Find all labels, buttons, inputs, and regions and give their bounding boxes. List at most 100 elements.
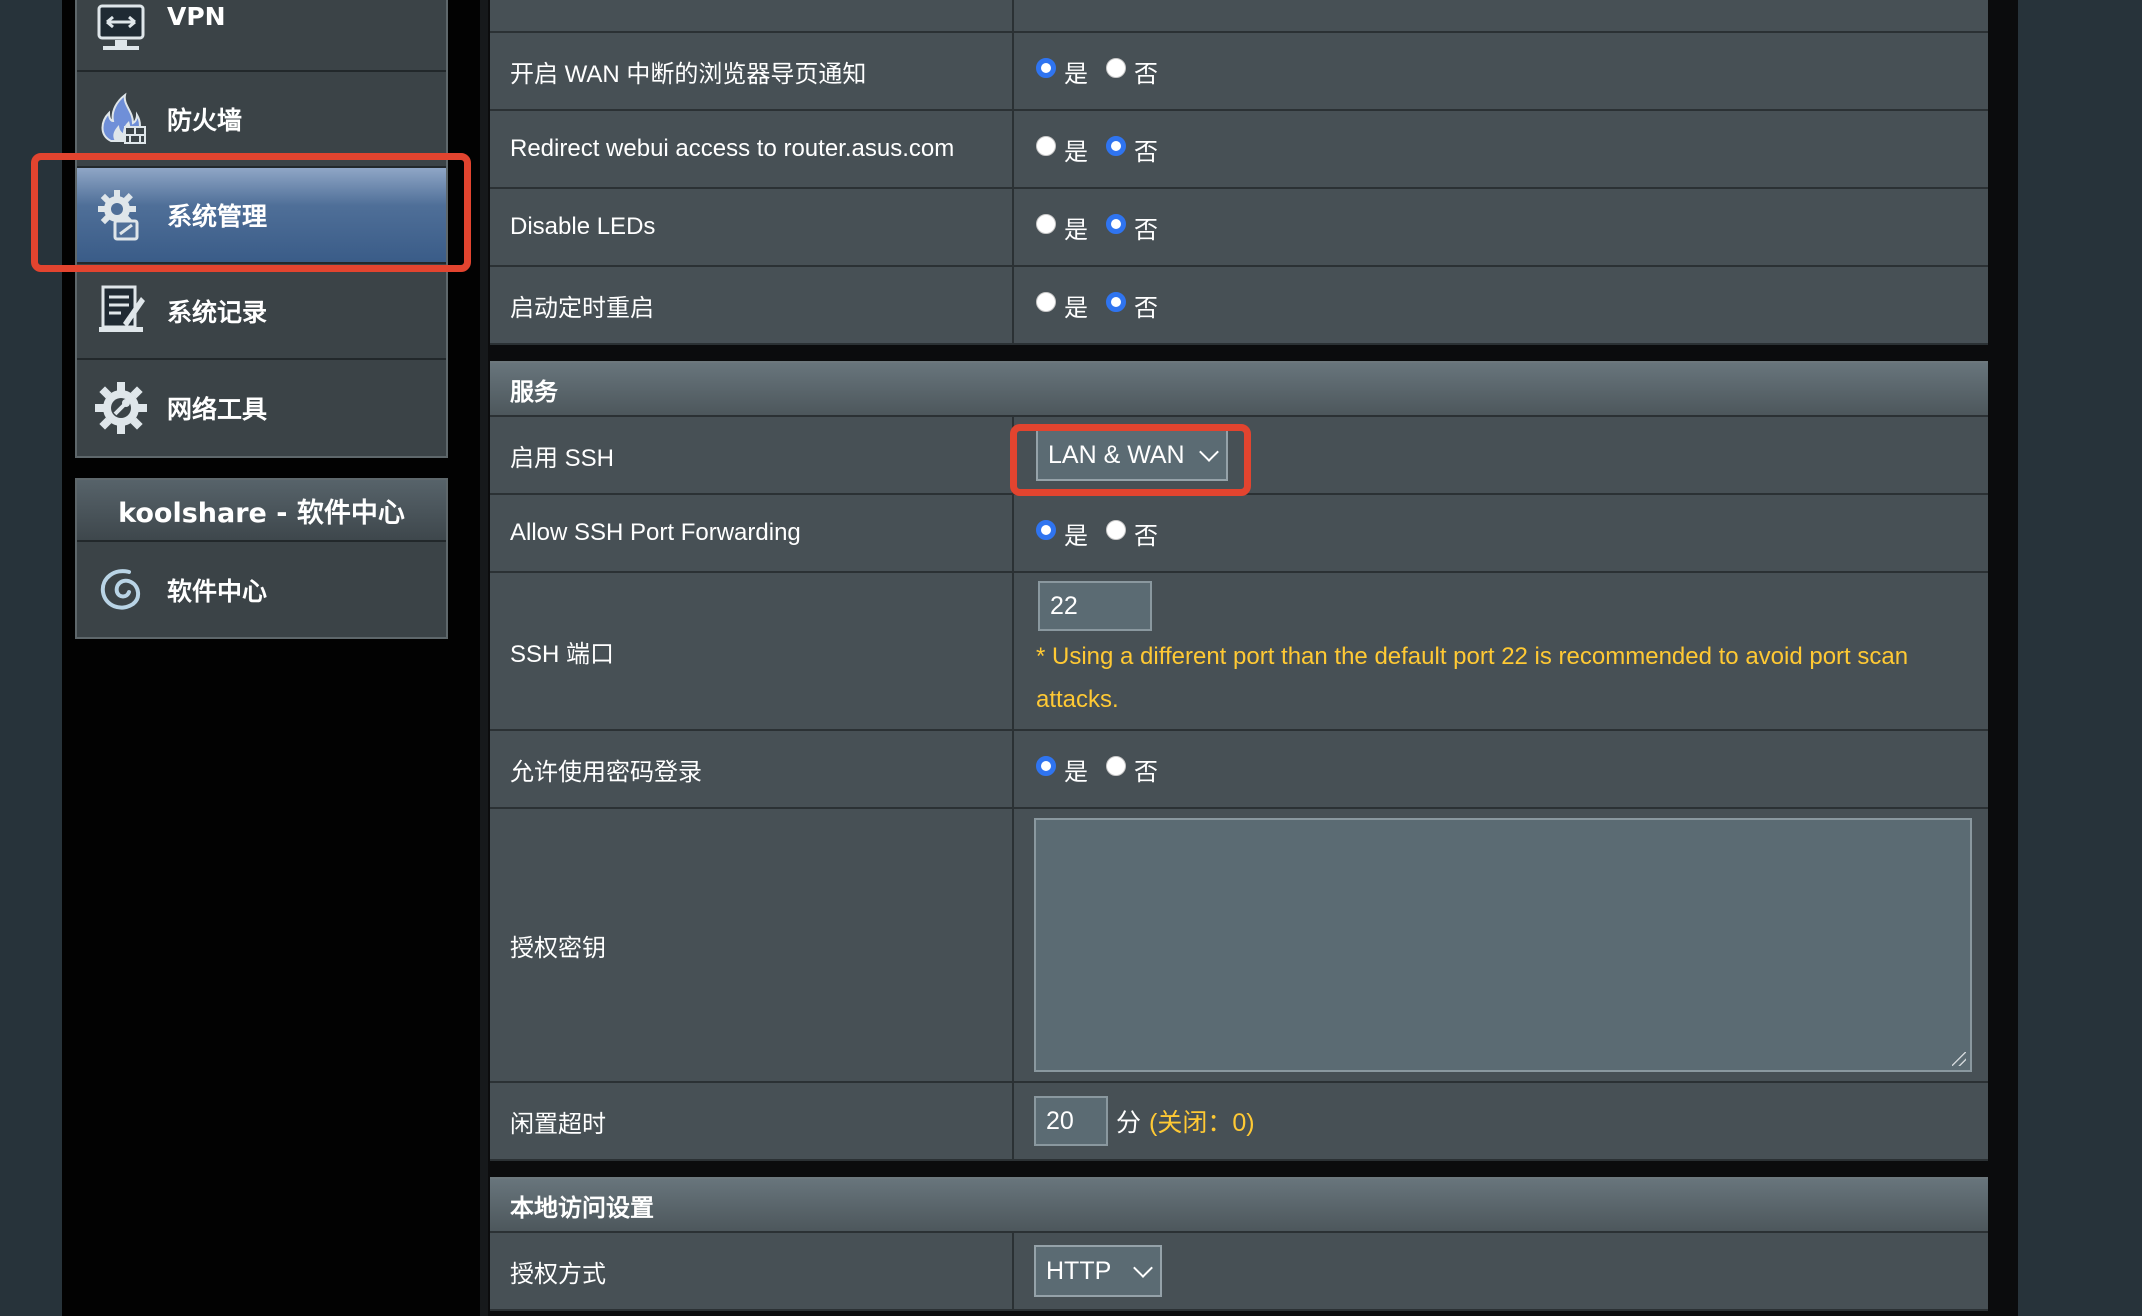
idle-timeout-unit: 分 <box>1116 1109 1142 1137</box>
row-password-login: 允许使用密码登录 是 否 <box>490 731 1988 809</box>
radio-circle[interactable] <box>1106 756 1126 776</box>
sidebar-item-network-tools[interactable]: 网络工具 <box>77 360 446 456</box>
row-label: 授权方式 <box>490 1233 1014 1309</box>
radio-circle-selected[interactable] <box>1106 292 1126 312</box>
radio-yes[interactable]: 是 <box>1036 132 1088 167</box>
radio-circle[interactable] <box>1036 214 1056 234</box>
sidebar-item-label: 防火墙 <box>167 106 243 135</box>
radio-label: 是 <box>1064 138 1088 166</box>
idle-timeout-hint: (关闭：0) <box>1149 1109 1255 1137</box>
radio-yes[interactable]: 是 <box>1036 288 1088 323</box>
row-label: Redirect webui access to router.asus.com <box>490 111 1014 187</box>
row-value: 是 否 <box>1014 495 1988 571</box>
row-value: 是 否 <box>1014 267 1988 343</box>
vpn-icon <box>97 4 145 50</box>
radio-circle-selected[interactable] <box>1036 58 1056 78</box>
radio-yes[interactable]: 是 <box>1036 752 1088 787</box>
row-label: 允许使用密码登录 <box>490 731 1014 807</box>
column-separator <box>480 0 488 1316</box>
radio-label: 否 <box>1134 294 1158 322</box>
row-label: 启用 SSH <box>490 417 1014 493</box>
section-header-services: 服务 <box>490 361 1988 417</box>
radio-circle[interactable] <box>1036 136 1056 156</box>
row-value <box>1014 0 1988 31</box>
row-label: SSH 端口 <box>490 573 1014 729</box>
radio-circle-selected[interactable] <box>1036 756 1056 776</box>
radio-yes[interactable]: 是 <box>1036 516 1088 551</box>
network-tools-gear-icon <box>95 382 147 434</box>
radio-no[interactable]: 否 <box>1106 210 1158 245</box>
settings-table: 开启 WAN 中断的浏览器导页通知 是 否 Redirect webui acc… <box>490 0 1988 1311</box>
row-value: 是 否 <box>1014 33 1988 109</box>
authorized-keys-textarea[interactable] <box>1034 818 1972 1072</box>
row-label <box>490 0 1014 31</box>
row-idle-timeout: 闲置超时 20 分 (关闭：0) <box>490 1083 1988 1161</box>
row-wan-redirect-notify: 开启 WAN 中断的浏览器导页通知 是 否 <box>490 33 1988 111</box>
radio-circle-selected[interactable] <box>1036 520 1056 540</box>
radio-circle[interactable] <box>1106 520 1126 540</box>
row-value: 20 分 (关闭：0) <box>1014 1083 1988 1159</box>
system-log-icon <box>99 285 145 332</box>
radio-circle-selected[interactable] <box>1106 214 1126 234</box>
row-redirect-webui: Redirect webui access to router.asus.com… <box>490 111 1988 189</box>
row-value: 是 否 <box>1014 189 1988 265</box>
radio-no[interactable]: 否 <box>1106 288 1158 323</box>
radio-label: 否 <box>1134 60 1158 88</box>
radio-circle-selected[interactable] <box>1106 136 1126 156</box>
radio-label: 否 <box>1134 216 1158 244</box>
radio-label: 否 <box>1134 522 1158 550</box>
radio-no[interactable]: 否 <box>1106 132 1158 167</box>
row-auth-method: 授权方式 HTTP <box>490 1233 1988 1311</box>
radio-label: 是 <box>1064 522 1088 550</box>
row-value <box>1014 809 1988 1081</box>
highlight-box-administration <box>31 153 471 272</box>
row-label: 闲置超时 <box>490 1083 1014 1159</box>
row-label: Disable LEDs <box>490 189 1014 265</box>
row-ssh-port: SSH 端口 22 * Using a different port than … <box>490 573 1988 731</box>
software-center-title: koolshare - 软件中心 <box>77 480 446 542</box>
sidebar-item-label: VPN <box>167 2 226 31</box>
auth-method-select[interactable]: HTTP <box>1034 1245 1162 1297</box>
row-value: 是 否 <box>1014 111 1988 187</box>
radio-label: 是 <box>1064 216 1088 244</box>
sidebar-item-label: 系统记录 <box>167 298 268 327</box>
row-authorized-keys: 授权密钥 <box>490 809 1988 1083</box>
row-ssh-port-forwarding: Allow SSH Port Forwarding 是 否 <box>490 495 1988 573</box>
radio-no[interactable]: 否 <box>1106 516 1158 551</box>
row-value: 22 * Using a different port than the def… <box>1014 573 1988 729</box>
row-label: 启动定时重启 <box>490 267 1014 343</box>
section-header-local-access: 本地访问设置 <box>490 1177 1988 1233</box>
row-scheduled-reboot: 启动定时重启 是 否 <box>490 267 1988 345</box>
radio-no[interactable]: 否 <box>1106 54 1158 89</box>
highlight-box-ssh-select <box>1010 424 1251 496</box>
idle-timeout-input[interactable]: 20 <box>1034 1096 1108 1146</box>
radio-circle[interactable] <box>1106 58 1126 78</box>
firewall-icon <box>101 92 146 144</box>
section-gap <box>490 345 1988 361</box>
radio-circle[interactable] <box>1036 292 1056 312</box>
row-label: 授权密钥 <box>490 809 1014 1081</box>
table-row-partial <box>490 0 1988 33</box>
section-gap <box>490 1161 1988 1177</box>
resize-grip-icon[interactable] <box>1952 1052 1966 1066</box>
radio-label: 是 <box>1064 60 1088 88</box>
row-label: Allow SSH Port Forwarding <box>490 495 1014 571</box>
page-right-margin <box>2018 0 2142 1316</box>
sidebar-item-system-log[interactable]: 系统记录 <box>77 264 446 360</box>
chevron-down-icon <box>1133 1258 1153 1278</box>
row-label: 开启 WAN 中断的浏览器导页通知 <box>490 33 1014 109</box>
radio-label: 是 <box>1064 294 1088 322</box>
radio-no[interactable]: 否 <box>1106 752 1158 787</box>
radio-label: 否 <box>1134 138 1158 166</box>
row-value: 是 否 <box>1014 731 1988 807</box>
sidebar-item-label: 网络工具 <box>167 395 268 424</box>
radio-label: 是 <box>1064 758 1088 786</box>
row-disable-leds: Disable LEDs 是 否 <box>490 189 1988 267</box>
sidebar-item-vpn[interactable]: VPN <box>77 0 446 72</box>
sidebar-item-software-center[interactable]: 软件中心 <box>77 542 446 638</box>
radio-yes[interactable]: 是 <box>1036 54 1088 89</box>
auth-method-value: HTTP <box>1046 1256 1112 1285</box>
ssh-port-input[interactable]: 22 <box>1038 581 1152 631</box>
radio-yes[interactable]: 是 <box>1036 210 1088 245</box>
row-value: HTTP <box>1014 1233 1988 1309</box>
